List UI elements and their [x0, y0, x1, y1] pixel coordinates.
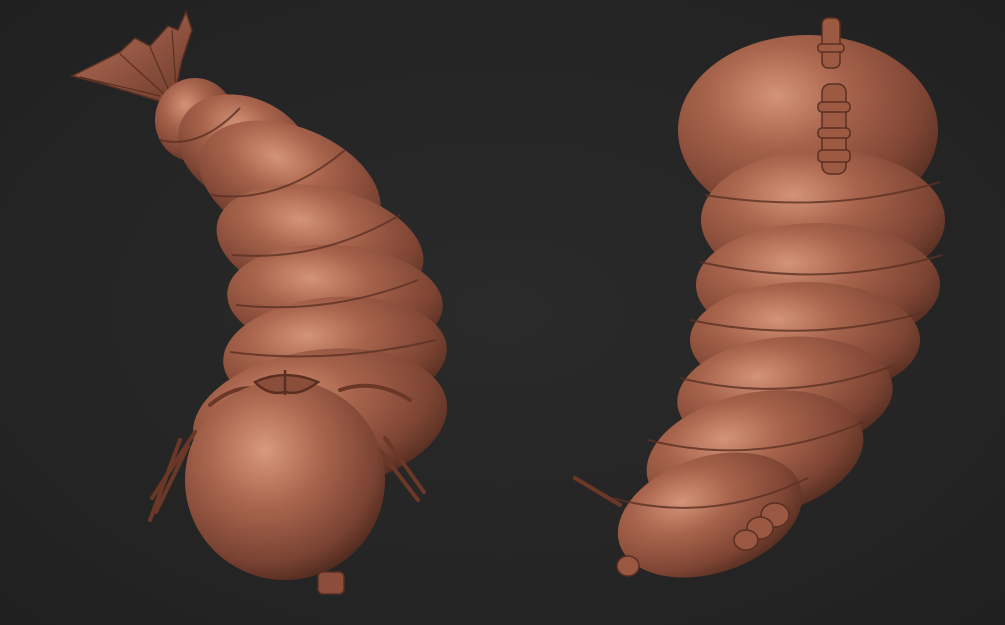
larva-model-front-view [69, 9, 448, 595]
larva-model-back-view [573, 17, 945, 578]
sculpt-viewport[interactable] [0, 0, 1005, 625]
sculpt-render [69, 9, 945, 595]
larva-head [185, 380, 385, 580]
